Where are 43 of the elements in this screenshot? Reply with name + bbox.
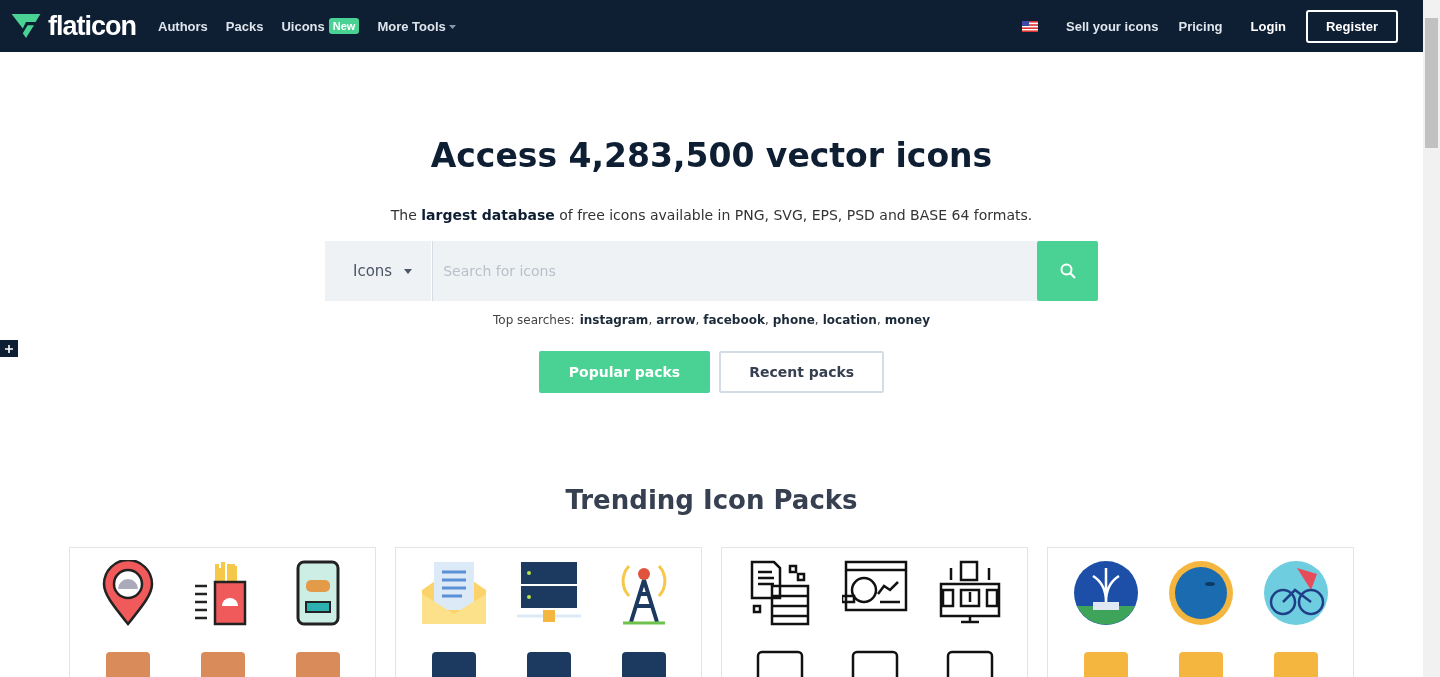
caret-icon: [404, 268, 413, 274]
phone-icon: [295, 560, 340, 626]
expand-button[interactable]: [0, 340, 18, 357]
hero-subtitle: The largest database of free icons available in PNG, SVG, EPS, PSD and BASE 64 formats.: [390, 207, 1033, 223]
separator: ,: [648, 313, 653, 327]
location-pin-icon: [101, 560, 154, 626]
separator: ,: [876, 313, 881, 327]
nav-link[interactable]: More Tools: [377, 18, 456, 34]
logo-mark-icon: [10, 12, 42, 40]
computer-network-icon: [938, 560, 1001, 626]
scrollbar[interactable]: [1423, 0, 1440, 677]
hero-title: Access 4,283,500 vector icons: [430, 136, 993, 175]
documents-icon: [749, 560, 810, 626]
top-search-link[interactable]: phone: [772, 313, 815, 327]
search-type-dropdown[interactable]: Icons: [325, 241, 434, 301]
separator: ,: [764, 313, 769, 327]
plus-icon: [5, 344, 13, 353]
flaticon-logo[interactable]: flaticon: [10, 10, 136, 42]
top-search-link[interactable]: arrow: [656, 313, 696, 327]
separator: ,: [814, 313, 819, 327]
search-icon: [1059, 263, 1076, 279]
fountain-icon: [1072, 560, 1139, 626]
pack-filter-button[interactable]: Recent packs: [719, 351, 885, 393]
nav-link[interactable]: Uicons: [281, 18, 325, 34]
caret-icon: [448, 25, 456, 30]
section-title: Trending Icon Packs: [565, 485, 858, 515]
map-browser-icon: [841, 560, 908, 612]
nav-link[interactable]: Authors: [158, 18, 208, 34]
separator: ,: [695, 313, 700, 327]
nav-link[interactable]: Pricing: [1178, 18, 1223, 34]
aquarium-icon: [1167, 560, 1234, 626]
login-link[interactable]: Login: [1250, 18, 1286, 34]
register-button[interactable]: Register: [1305, 9, 1398, 43]
new-badge: New: [328, 18, 360, 34]
bicycle-icon: [1262, 560, 1329, 626]
us-flag-icon[interactable]: [1022, 20, 1038, 32]
envelope-letter-icon: [419, 560, 488, 626]
top-searches-label: Top searches:: [493, 313, 575, 327]
nav-link[interactable]: Packs: [225, 18, 264, 34]
top-search-link[interactable]: location: [822, 313, 877, 327]
top-search-link[interactable]: money: [884, 313, 930, 327]
nav-link[interactable]: Sell your icons: [1066, 18, 1159, 34]
top-search-link[interactable]: facebook: [703, 313, 765, 327]
